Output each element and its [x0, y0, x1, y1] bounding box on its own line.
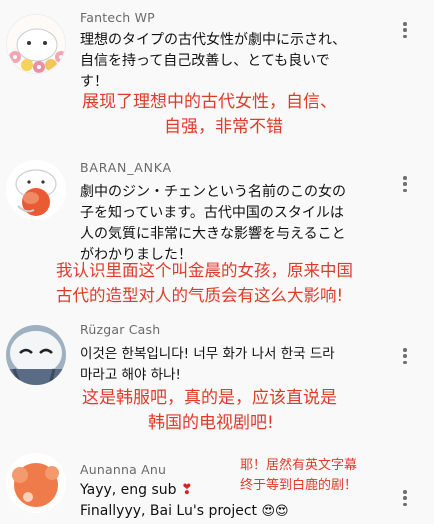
- translation-overlay: 我认识里面这个叫金晨的女孩，原来中国 古代的造型对人的气质会有这么大影响!: [56, 258, 353, 308]
- comment-line: Finallyyy, Bai Lu's project 😍😍: [80, 501, 398, 522]
- overlay-line: 终于等到白鹿的剧！: [240, 478, 358, 493]
- bunny-avatar-icon: [7, 15, 65, 73]
- comment-item: Rüzgar Cash 이것은 한복입니다! 너무 화가 나서 한국 드라 마라…: [0, 310, 434, 440]
- comment-line-text: Finallyyy, Bai Lu's project: [80, 503, 258, 519]
- comment-body: 劇中のジン・チェンという名前のこの女の 子を知っています。古代中国のスタイルは …: [80, 182, 398, 266]
- orange-blob-avatar-icon: [6, 453, 66, 513]
- comment-item: BARAN_ANKA 劇中のジン・チェンという名前のこの女の 子を知っています。…: [0, 150, 434, 310]
- overlay-line: 这是韩服吧，真的是，应该直说是: [82, 388, 337, 408]
- comment-author[interactable]: Rüzgar Cash: [80, 322, 160, 337]
- sleepy-face-avatar-icon: [6, 325, 66, 385]
- avatar[interactable]: [6, 160, 66, 220]
- overlay-line: 古代的造型对人的气质会有这么大影响!: [56, 286, 344, 305]
- more-menu-icon[interactable]: [397, 174, 413, 194]
- comment-author[interactable]: Fantech WP: [80, 10, 155, 25]
- comment-line: 自信を持って自己改善し、とても良いで: [80, 53, 330, 69]
- avatar[interactable]: [6, 14, 66, 74]
- avatar[interactable]: [6, 453, 66, 513]
- comment-line: 子を知っています。古代中国のスタイルは: [80, 205, 344, 221]
- overlay-line: 耶！居然有英文字幕: [240, 458, 358, 473]
- translation-overlay: 耶！居然有英文字幕 终于等到白鹿的剧！: [240, 456, 357, 496]
- overlay-line: 韩国的电视剧吧!: [148, 413, 274, 433]
- avatar[interactable]: [6, 325, 66, 385]
- overlay-line: 展现了理想中的古代女性，自信、: [82, 92, 337, 112]
- comment-item: Aunanna Anu Yayy, eng sub ❣ Finallyyy, B…: [0, 440, 434, 524]
- comment-body: 이것은 한복입니다! 너무 화가 나서 한국 드라 마라고 해야 하나!: [80, 344, 406, 386]
- comment-line: 마라고 해야 하나!: [80, 367, 181, 383]
- translation-overlay: 展现了理想中的古代女性，自信、 自强，非常不错: [82, 90, 337, 140]
- heart-eyes-emoji-icon: 😍😍: [261, 504, 289, 519]
- more-menu-icon[interactable]: [397, 488, 413, 508]
- more-menu-icon[interactable]: [397, 20, 413, 40]
- comment-author[interactable]: Aunanna Anu: [80, 462, 166, 477]
- heart-exclamation-icon: ❣: [181, 482, 193, 498]
- cat-avatar-icon: [6, 160, 66, 220]
- comment-item: Fantech WP 理想のタイプの古代女性が劇中に示され、 自信を持って自己改…: [0, 0, 434, 150]
- comment-body: 理想のタイプの古代女性が劇中に示され、 自信を持って自己改善し、とても良いで す…: [80, 30, 398, 93]
- comment-author[interactable]: BARAN_ANKA: [80, 160, 172, 175]
- comment-line: 이것은 한복입니다! 너무 화가 나서 한국 드라: [80, 346, 335, 362]
- comment-line: 理想のタイプの古代女性が劇中に示され、: [80, 32, 347, 48]
- comment-line-text: Yayy, eng sub: [80, 482, 177, 498]
- more-menu-icon[interactable]: [397, 346, 413, 366]
- overlay-line: 我认识里面这个叫金晨的女孩，原来中国: [56, 261, 353, 280]
- overlay-line: 自强，非常不错: [164, 117, 283, 137]
- translation-overlay: 这是韩服吧，真的是，应该直说是 韩国的电视剧吧!: [82, 386, 337, 436]
- comment-line: 人の気質に非常に大きな影響を与えること: [80, 226, 346, 242]
- comment-line: 劇中のジン・チェンという名前のこの女の: [80, 184, 346, 200]
